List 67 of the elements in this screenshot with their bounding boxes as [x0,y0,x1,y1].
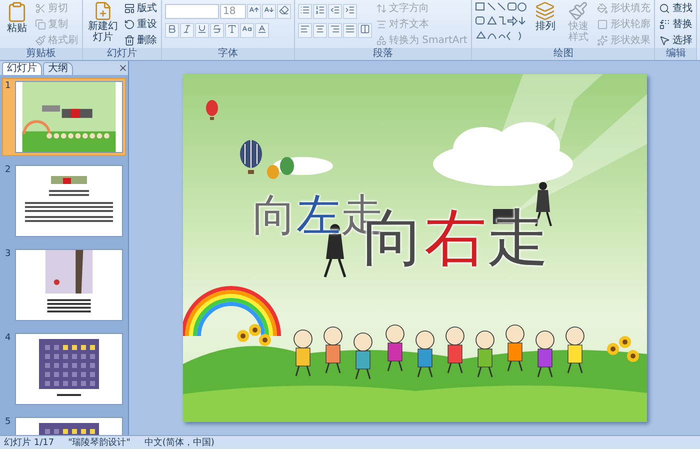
ribbon-button[interactable]: 替换 [658,17,694,32]
paint-bucket-icon [597,3,608,14]
font-size-field[interactable]: 18 [220,4,246,19]
slide-number: 2 [5,165,12,177]
group-label: 编辑 [655,48,696,60]
slide-number: 3 [5,249,12,261]
slide-number: 4 [5,333,12,345]
slide-number: 5 [5,417,12,429]
scissors-icon [35,3,46,14]
group-label: 剪贴板 [0,48,82,60]
clear-format-icon[interactable] [277,4,291,19]
align-right-icon[interactable] [328,23,342,38]
group-label: 绘图 [472,48,654,60]
layout-icon [124,3,135,14]
change-case-icon[interactable] [240,23,254,38]
delete-icon [124,35,135,46]
bold-icon[interactable] [165,23,179,38]
ribbon-button[interactable]: 重设 [123,17,158,32]
text-direction-icon [376,3,387,14]
font-name-field[interactable] [165,4,219,19]
numbering-icon[interactable] [313,4,327,19]
shape-outline-icon [597,19,608,30]
thumbnail-row[interactable]: 1 [2,78,126,156]
ribbon-button[interactable]: 删除 [123,33,158,48]
group-label: 字体 [162,48,294,60]
reset-icon [124,19,135,30]
grow-font-icon[interactable] [247,4,261,19]
group-label: 段落 [295,48,472,60]
ribbon-button[interactable]: 排列 [530,1,560,32]
underline-icon[interactable] [195,23,209,38]
pointer-icon [659,35,670,46]
columns-icon[interactable] [358,23,372,38]
clipboard-icon [6,1,28,23]
align-center-icon[interactable] [313,23,327,38]
paintbrush-icon [35,35,46,46]
align-text-icon [376,19,387,30]
bullets-icon[interactable] [298,4,312,19]
arrange-icon [535,1,556,21]
ribbon-button[interactable]: 选择 [658,33,694,48]
close-icon [118,63,128,73]
panel-tab[interactable]: 幻灯片 [2,62,42,74]
ribbon-button[interactable]: 新建幻灯片 [86,1,120,43]
group-label: 幻灯片 [83,48,161,60]
slide-number: 1 [5,81,12,93]
ribbon-button[interactable]: 粘贴 [3,1,31,34]
copy-icon [35,19,46,30]
status-text: 幻灯片 1/17 [4,436,54,449]
search-icon [659,3,670,14]
italic-icon[interactable] [180,23,194,38]
shrink-font-icon[interactable] [262,4,276,19]
justify-icon[interactable] [343,23,357,38]
ribbon-button[interactable]: 查找 [658,1,694,16]
font-color-icon[interactable] [255,23,269,38]
picture-slide-drawing [39,339,99,399]
quick-styles-icon [568,1,588,21]
align-left-icon[interactable] [298,23,312,38]
panel-tab[interactable]: 大纲 [43,62,73,74]
strikethrough-icon[interactable] [210,23,224,38]
new-slide-icon [93,1,113,21]
increase-indent-icon[interactable] [343,4,357,19]
ribbon-button[interactable]: 版式 [123,1,158,16]
status-text: 中文(简体，中国) [144,436,214,449]
decrease-indent-icon[interactable] [328,4,342,19]
shape-gallery-icon[interactable] [475,1,528,43]
shape-effects-icon [597,35,608,46]
status-text: "瑞陵琴韵设计" [68,436,130,449]
replace-icon [659,19,670,30]
